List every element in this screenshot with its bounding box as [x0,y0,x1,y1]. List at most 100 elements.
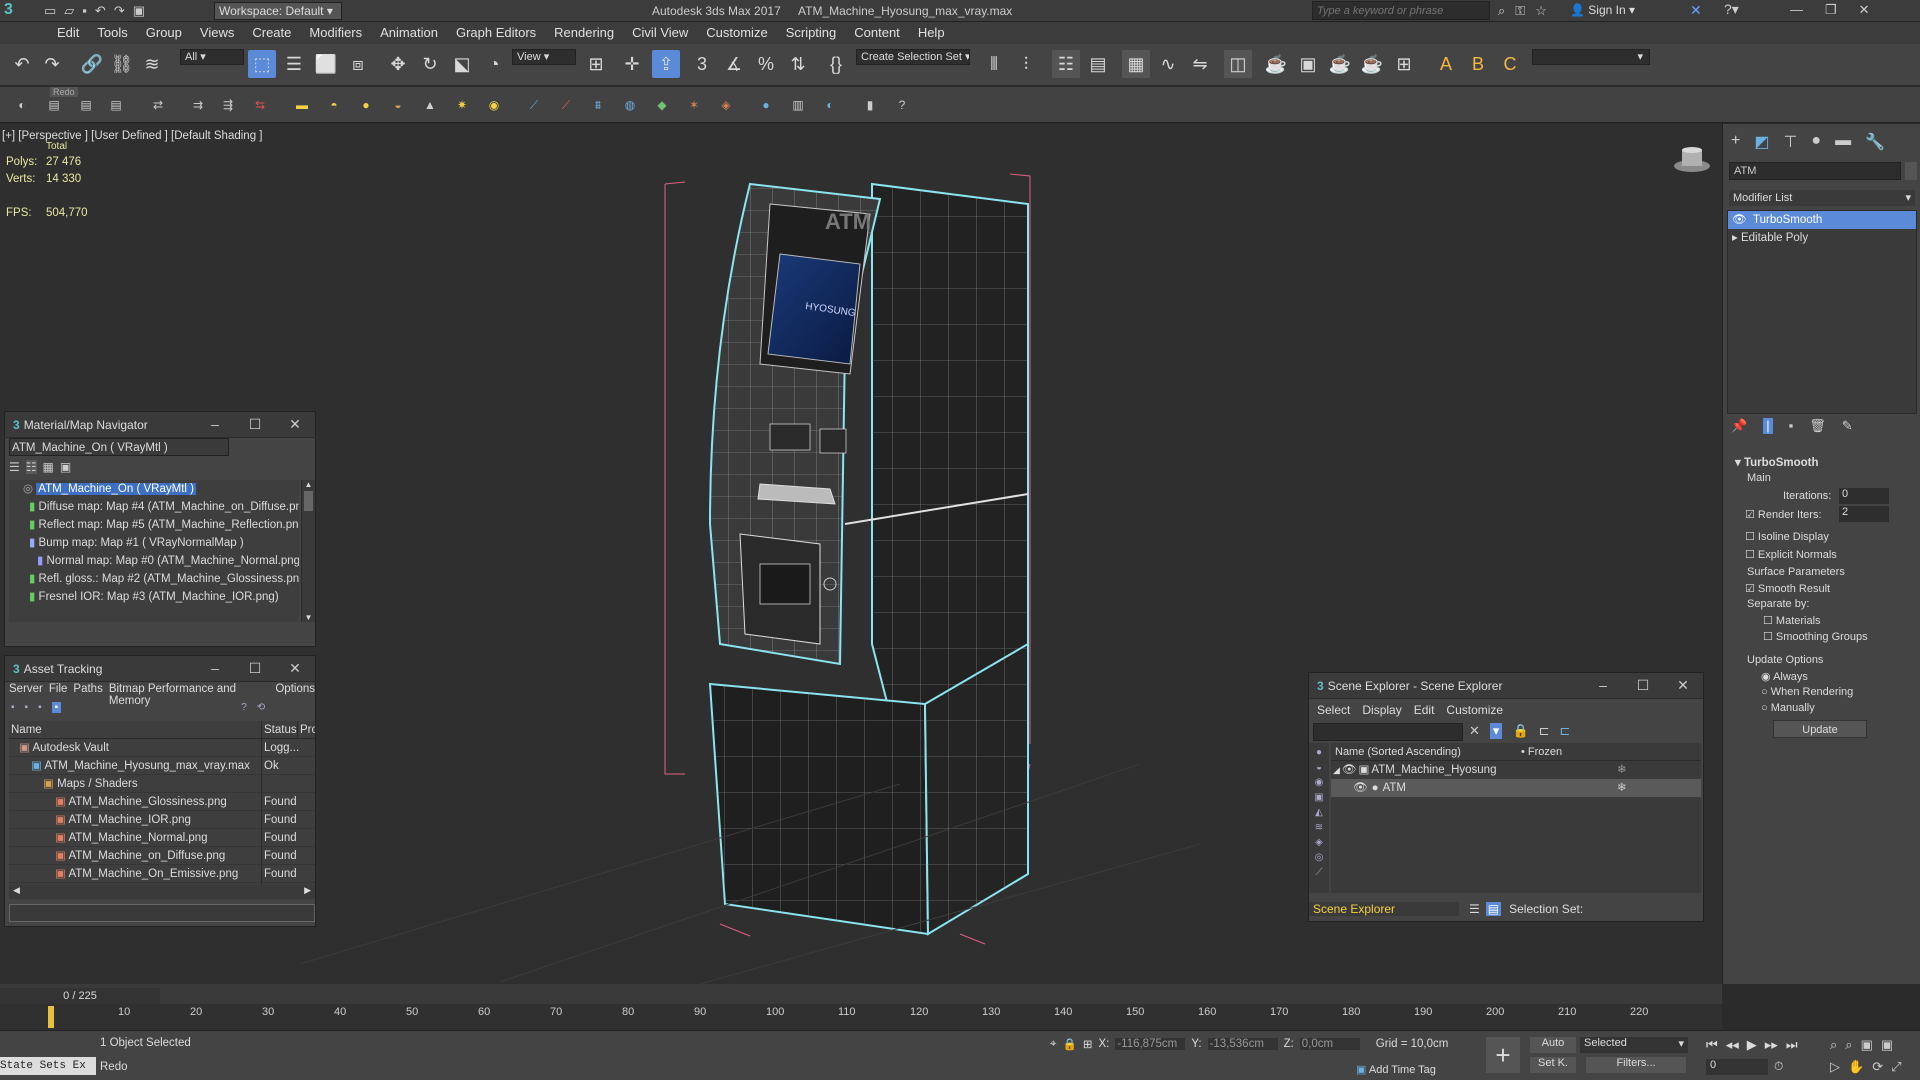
render-preset-dropdown[interactable]: ▾ [1532,49,1650,65]
perspective-viewport[interactable]: [+] [Perspective ] [User Defined ] [Defa… [0,124,1722,984]
asset-table-row[interactable]: ▣ ATM_Machine_Hyosung_max_vray.max Ok [9,757,315,775]
vray-proxy-icon[interactable]: ⟋ [524,95,544,115]
layer-explorer-icon[interactable]: ☷ [1052,50,1080,78]
selection-filter-dropdown[interactable]: All ▾ [180,49,244,65]
filter-lights-icon[interactable]: ◉ [1315,777,1324,788]
keyboard-shortcut-icon[interactable]: ⇪ [652,50,680,78]
filter-cameras-icon[interactable]: ▣ [1314,792,1323,803]
auto-key-button[interactable]: Auto [1530,1037,1576,1053]
vray-fur-icon[interactable]: ⟋ [556,95,576,115]
asset-table-row[interactable]: ▣ Maps / Shaders [9,775,315,793]
maximize-viewport-icon[interactable]: ⤢ [1891,1059,1901,1075]
create-tab-icon[interactable]: + [1731,132,1740,152]
layer-icon[interactable]: ☰ [1469,902,1480,916]
asset-table-row[interactable]: ▣ ATM_Machine_On_Emissive.png Found [9,865,315,883]
visibility-eye-icon[interactable]: 👁 [1342,761,1357,779]
motion-tab-icon[interactable]: ● [1811,132,1821,152]
scroll-thumb[interactable] [304,491,313,511]
filter-helpers-icon[interactable]: ◭ [1315,807,1323,818]
scene-column-name[interactable]: Name (Sorted Ascending) [1331,743,1521,760]
minimize-icon[interactable]: – [195,660,235,677]
asset-table-row[interactable]: ▣ Autodesk Vault Logg... [9,739,315,757]
material-navigator-titlebar[interactable]: 3 Material/Map Navigator – ☐ ✕ [5,412,315,438]
view-list-icons-icon[interactable]: ☷ [25,460,37,474]
vray-material-icon[interactable]: ▮ [860,95,880,115]
rendered-frame-icon[interactable]: ▣ [1294,50,1322,78]
make-unique-icon[interactable]: ▪ [1789,418,1794,434]
toggle-ribbon-icon[interactable]: ▤ [1084,50,1112,78]
menu-graph-editors[interactable]: Graph Editors [447,22,545,44]
view-small-icons-icon[interactable]: ▦ [43,460,54,474]
menu-customize[interactable]: Customize [697,22,776,44]
material-tree-item[interactable]: ▮ Fresnel IOR: Map #3 (ATM_Machine_IOR.p… [9,588,299,606]
filter-icon[interactable]: ▾ [1489,723,1503,739]
menu-group[interactable]: Group [137,22,191,44]
show-end-result-icon[interactable]: | [1763,418,1773,434]
material-tree-item[interactable]: ▮ Bump map: Map #1 ( VRayNormalMap ) [9,534,299,552]
add-time-tag[interactable]: ▣ Add Time Tag [1356,1063,1436,1076]
toolbar2-tool-8-icon[interactable]: ⇆ [250,95,270,115]
asset-help-icon[interactable]: ? [241,702,247,713]
asset-view-2-icon[interactable]: ▪ [25,702,29,713]
toolbar2-tool-7-icon[interactable]: ⇶ [218,95,238,115]
asset-refresh-icon[interactable]: ⟲ [257,702,265,713]
expand-icon[interactable]: ◢ [1331,761,1340,779]
select-by-name-icon[interactable]: ☰ [280,50,308,78]
redo-icon[interactable]: ↷ [38,50,66,78]
rotate-icon[interactable]: ↻ [416,50,444,78]
toolbar2-tool-6-icon[interactable]: ⇉ [188,95,208,115]
vray-c-icon[interactable]: C [1496,50,1524,78]
vray-tools-icon[interactable]: ▥ [788,95,808,115]
filter-spacewarps-icon[interactable]: ≋ [1315,822,1323,833]
asset-table-row[interactable]: ▣ ATM_Machine_Normal.png Found [9,829,315,847]
sync-selection-icon[interactable]: ⊏ [1560,723,1571,739]
menu-tools[interactable]: Tools [88,22,136,44]
app-logo-icon[interactable]: 3 [4,1,30,21]
angle-snap-icon[interactable]: ∡ [720,50,748,78]
vray-mesh-icon[interactable]: ✶ [684,95,704,115]
scene-menu-edit[interactable]: Edit [1414,703,1435,717]
help-icon[interactable]: ?▾ [1724,1,1739,18]
selection-lock-icon[interactable]: 🔒 [1062,1037,1076,1051]
named-selection-dropdown[interactable]: Create Selection Set ▾ [856,49,970,65]
clear-search-icon[interactable]: ✕ [1469,723,1480,739]
scene-explorer-name-field[interactable]: Scene Explorer [1309,902,1459,916]
vray-b-icon[interactable]: B [1464,50,1492,78]
asset-table-row[interactable]: ▣ ATM_Machine_Glossiness.png Found [9,793,315,811]
close-icon[interactable]: ✕ [1859,2,1870,18]
iterations-spinner[interactable]: 0 [1839,488,1889,504]
material-tree-item[interactable]: ▮ Reflect map: Map #5 (ATM_Machine_Refle… [9,516,299,534]
material-editor-icon[interactable]: ◫ [1224,50,1252,78]
scroll-down-icon[interactable]: ▼ [302,613,315,622]
asset-hscrollbar[interactable]: ◀ ▶ [9,885,315,899]
menu-edit[interactable]: Edit [48,22,88,44]
scene-explorer-icon[interactable]: ▦ [1122,50,1150,78]
mirror-icon[interactable]: ⫴ [980,50,1008,78]
vray-sun-icon[interactable]: ▲ [420,95,440,115]
time-slider[interactable]: 0 / 225 [0,988,160,1004]
new-file-icon[interactable]: ▭ [44,3,56,19]
current-frame-field[interactable]: 0 [1706,1059,1768,1075]
freeze-icon[interactable]: ❄ [1617,779,1627,797]
menu-create[interactable]: Create [243,22,300,44]
set-key-icon[interactable]: + [1486,1037,1520,1073]
exchange-icon[interactable]: ✕ [1690,2,1702,19]
close-icon[interactable]: ✕ [275,416,315,433]
set-key-button[interactable]: Set K. [1530,1057,1576,1073]
material-tree-scrollbar[interactable]: ▲ ▼ [301,480,315,622]
filter-shapes-icon[interactable]: ◒ [1316,762,1322,773]
maximize-icon[interactable]: ☐ [1623,677,1663,694]
toolbar2-tool-5-icon[interactable]: ⇄ [148,95,168,115]
move-icon[interactable]: ✥ [384,50,412,78]
render-iterative-icon[interactable]: ☕ [1358,50,1386,78]
asset-view-1-icon[interactable]: ▪ [11,702,15,713]
vray-vfb-icon[interactable]: ● [756,95,776,115]
vray-sphere-obj-icon[interactable]: ◍ [620,95,640,115]
scale-icon[interactable]: ⬕ [448,50,476,78]
asset-view-3-icon[interactable]: ▪ [38,702,42,713]
toolbar2-tool-3-icon[interactable]: ▤ [76,95,96,115]
modify-tab-icon[interactable]: ◩ [1754,132,1769,152]
manually-radio[interactable]: ○ Manually [1761,702,1815,714]
star-icon[interactable]: ☆ [1535,3,1547,19]
select-object-icon[interactable]: ⬚ [248,50,276,78]
